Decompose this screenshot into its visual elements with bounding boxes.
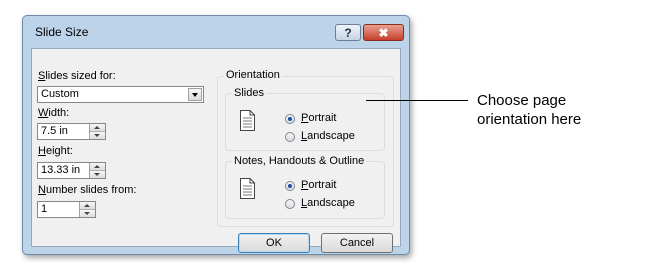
increment-arrow-icon[interactable]	[90, 163, 105, 171]
notes-subgroup-title: Notes, Handouts & Outline	[232, 155, 367, 167]
orientation-title: Orientation	[224, 69, 282, 81]
width-value[interactable]: 7.5 in	[41, 125, 68, 137]
callout-line-1: Choose page	[477, 92, 567, 109]
slide-size-dialog: Slide Size ? ✖ Slides sized for: Custom …	[22, 15, 410, 255]
notes-portrait-label[interactable]: Portrait	[301, 179, 336, 191]
callout-text: Choose page orientation here	[477, 91, 581, 129]
slides-subgroup-title: Slides	[232, 87, 266, 99]
slides-sized-for-label: Slides sized for:	[38, 70, 116, 82]
decrement-arrow-icon[interactable]	[90, 171, 105, 178]
slides-landscape-radio[interactable]	[285, 132, 295, 142]
dialog-body: Slides sized for: Custom Width: 7.5 in H…	[31, 48, 401, 253]
cancel-button[interactable]: Cancel	[321, 233, 393, 253]
slides-orientation-group: Slides Portrait Landscape	[225, 87, 385, 151]
callout-line	[366, 100, 468, 101]
decrement-arrow-icon[interactable]	[80, 210, 95, 217]
title-bar[interactable]: Slide Size ? ✖	[23, 16, 409, 48]
width-label: Width:	[38, 107, 70, 119]
increment-arrow-icon[interactable]	[90, 124, 105, 132]
close-icon: ✖	[378, 25, 389, 40]
orientation-group: Orientation Slides Portrait Landscape No…	[217, 69, 394, 227]
slides-portrait-label[interactable]: Portrait	[301, 112, 336, 124]
number-slides-from-stepper[interactable]: 1	[37, 201, 96, 218]
decrement-arrow-icon[interactable]	[90, 132, 105, 139]
slides-sized-for-value: Custom	[41, 88, 79, 100]
help-button[interactable]: ?	[335, 24, 361, 41]
help-icon: ?	[344, 25, 352, 40]
height-stepper[interactable]: 13.33 in	[37, 162, 106, 179]
height-label: Height:	[38, 145, 73, 157]
callout-line-2: orientation here	[477, 111, 582, 128]
slides-landscape-label[interactable]: Landscape	[301, 130, 355, 142]
dialog-title: Slide Size	[35, 25, 89, 39]
ok-button[interactable]: OK	[238, 233, 310, 253]
height-spin-buttons	[89, 163, 105, 178]
portrait-page-icon	[240, 178, 255, 199]
number-spin-buttons	[79, 202, 95, 217]
chevron-down-icon[interactable]	[188, 88, 202, 101]
notes-orientation-group: Notes, Handouts & Outline Portrait Lands…	[225, 155, 385, 219]
height-value[interactable]: 13.33 in	[41, 164, 80, 176]
notes-portrait-radio[interactable]	[285, 181, 295, 191]
width-stepper[interactable]: 7.5 in	[37, 123, 106, 140]
notes-landscape-radio[interactable]	[285, 199, 295, 209]
width-spin-buttons	[89, 124, 105, 139]
increment-arrow-icon[interactable]	[80, 202, 95, 210]
slides-portrait-radio[interactable]	[285, 114, 295, 124]
slides-sized-for-dropdown[interactable]: Custom	[37, 86, 204, 103]
close-button[interactable]: ✖	[363, 24, 404, 41]
number-slides-from-value[interactable]: 1	[41, 203, 47, 215]
portrait-page-icon	[240, 110, 255, 131]
number-slides-from-label: Number slides from:	[38, 184, 137, 196]
notes-landscape-label[interactable]: Landscape	[301, 197, 355, 209]
